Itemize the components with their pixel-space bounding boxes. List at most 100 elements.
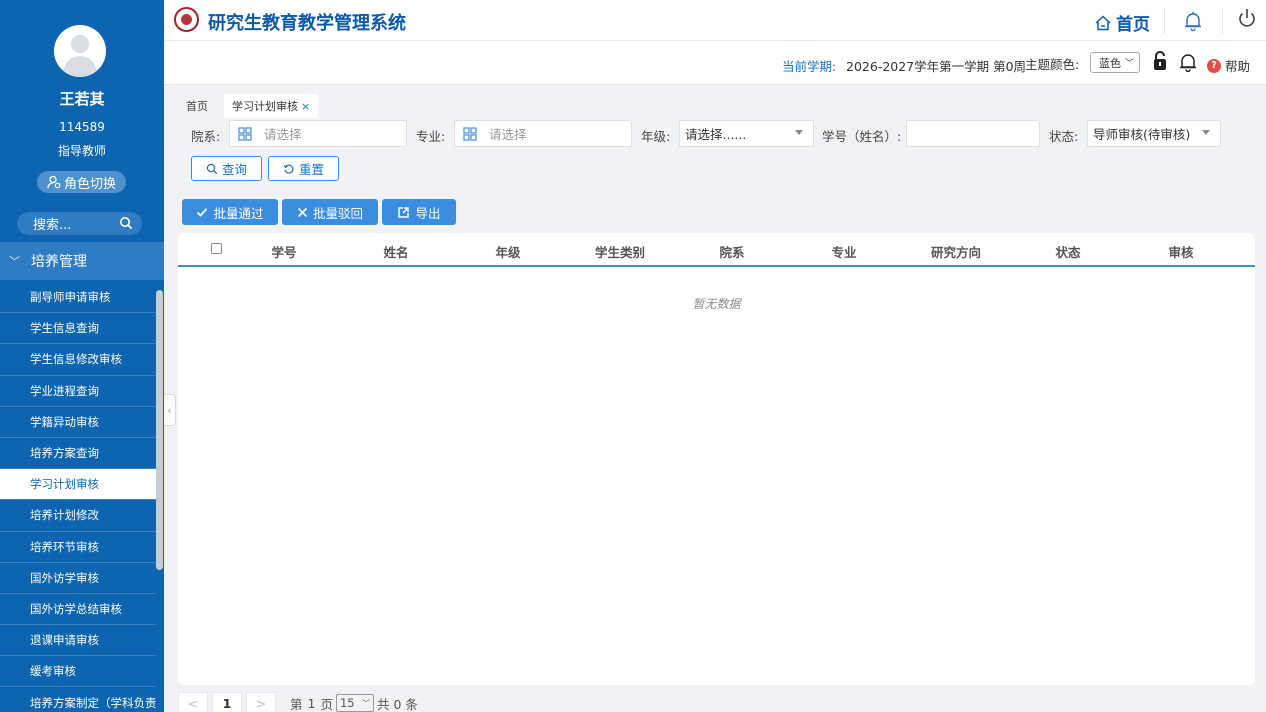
sidebar-item[interactable]: 培养方案制定（学科负责 xyxy=(0,687,156,712)
sidebar-item[interactable]: 学习计划审核 xyxy=(0,469,156,501)
page-size-value: 15 xyxy=(339,696,355,710)
close-icon[interactable]: × xyxy=(301,100,310,113)
column-header[interactable]: 院系 xyxy=(719,242,744,261)
chevron-down-icon: ﹀ xyxy=(9,255,20,268)
export-icon xyxy=(398,206,410,218)
user-name: 王若其 xyxy=(59,90,105,108)
role-switch-label: 角色切换 xyxy=(63,176,116,192)
data-table: 学号 姓名 年级 学生类别 院系 专业 研究方向 状态 审核 暂无数据 xyxy=(178,233,1255,685)
column-header[interactable]: 姓名 xyxy=(383,242,408,261)
empty-message: 暂无数据 xyxy=(692,297,741,311)
divider xyxy=(1222,8,1223,34)
export-label: 导出 xyxy=(415,205,441,221)
menu-group-training[interactable]: ﹀ 培养管理 xyxy=(0,242,164,280)
column-header[interactable]: 专业 xyxy=(831,242,856,261)
grade-select[interactable]: 请选择...... xyxy=(679,120,814,147)
sidebar-item[interactable]: 培养计划修改 xyxy=(0,500,156,532)
next-page-button[interactable]: > xyxy=(246,692,276,712)
pagination: < 1 > 第 1 页 15 ﹀ 共 0 条 xyxy=(178,692,418,712)
grade-value: 请选择...... xyxy=(685,127,747,142)
theme-color-value: 蓝色 xyxy=(1099,56,1121,70)
batch-approve-label: 批量通过 xyxy=(213,205,264,221)
role-switch-button[interactable]: 角色切换 xyxy=(37,171,126,193)
sidebar-item[interactable]: 学生信息查询 xyxy=(0,313,156,345)
sidebar-collapse-handle[interactable]: ‹ xyxy=(164,394,176,426)
dept-select[interactable]: 请选择 xyxy=(229,120,407,147)
reset-button[interactable]: 重置 xyxy=(268,156,339,181)
sidebar-search-input[interactable]: 搜索... xyxy=(17,212,142,235)
student-label: 学号（姓名）: xyxy=(822,129,902,144)
sidebar-scrollbar-thumb[interactable] xyxy=(156,290,163,570)
help-link[interactable]: ? 帮助 xyxy=(1207,56,1250,75)
column-header[interactable]: 研究方向 xyxy=(931,242,981,261)
export-button[interactable]: 导出 xyxy=(382,199,456,225)
tab-study-plan-review[interactable]: 学习计划审核 × xyxy=(224,94,319,118)
query-label: 查询 xyxy=(221,162,247,177)
column-header[interactable]: 学号 xyxy=(271,242,296,261)
term-label: 当前学期: xyxy=(782,59,837,74)
sidebar-item[interactable]: 副导师申请审核 xyxy=(0,282,156,314)
grid-icon xyxy=(238,126,252,141)
page-prefix: 第 xyxy=(290,696,303,712)
major-label: 专业: xyxy=(416,129,446,144)
status-select[interactable]: 导师审核(待审核) xyxy=(1087,120,1221,147)
user-switch-icon xyxy=(47,175,61,189)
sidebar-item[interactable]: 国外访学总结审核 xyxy=(0,594,156,626)
student-input[interactable] xyxy=(906,120,1040,147)
batch-reject-label: 批量驳回 xyxy=(312,205,363,221)
help-label: 帮助 xyxy=(1225,59,1251,74)
home-icon xyxy=(1095,14,1111,30)
select-all-checkbox[interactable] xyxy=(211,243,222,254)
total-count: 共 0 条 xyxy=(376,696,418,712)
page-tabs: 首页 学习计划审核 × xyxy=(164,94,319,118)
sidebar-item[interactable]: 培养方案查询 xyxy=(0,438,156,470)
column-header[interactable]: 年级 xyxy=(495,242,520,261)
term-value: 2026-2027学年第一学期 第0周 xyxy=(846,59,1027,74)
sidebar-item[interactable]: 学生信息修改审核 xyxy=(0,344,156,376)
major-select[interactable]: 请选择 xyxy=(454,120,632,147)
university-logo xyxy=(174,7,199,32)
batch-reject-button[interactable]: 批量驳回 xyxy=(282,199,378,225)
home-link[interactable]: 首页 xyxy=(1094,10,1150,35)
theme-color-select[interactable]: 蓝色 ﹀ xyxy=(1090,52,1140,73)
top-bar: 研究生教育教学管理系统 首页 xyxy=(164,0,1266,41)
chevron-left-icon: ‹ xyxy=(167,403,172,417)
sidebar-item[interactable]: 学业进程查询 xyxy=(0,376,156,407)
dept-label: 院系: xyxy=(191,129,221,144)
status-value: 导师审核(待审核) xyxy=(1093,127,1191,142)
lock-icon[interactable] xyxy=(1152,50,1168,72)
user-id: 114589 xyxy=(59,120,105,134)
tab-home[interactable]: 首页 xyxy=(178,94,216,118)
sidebar-item[interactable]: 国外访学审核 xyxy=(0,563,156,594)
page-value: 1 xyxy=(307,695,316,711)
dept-placeholder: 请选择 xyxy=(264,127,302,142)
system-title: 研究生教育教学管理系统 xyxy=(208,13,406,34)
sub-bar: 当前学期: 2026-2027学年第一学期 第0周 主题颜色: 蓝色 ﹀ ? 帮… xyxy=(164,41,1266,85)
page-size-select[interactable]: 15 ﹀ xyxy=(335,694,374,712)
batch-approve-button[interactable]: 批量通过 xyxy=(182,199,278,225)
sidebar-item[interactable]: 退课申请审核 xyxy=(0,625,156,657)
major-placeholder: 请选择 xyxy=(489,127,527,142)
prev-page-button[interactable]: < xyxy=(178,692,208,712)
column-header[interactable]: 学生类别 xyxy=(595,242,645,261)
page-number-button[interactable]: 1 xyxy=(212,692,242,712)
power-icon[interactable] xyxy=(1236,7,1258,29)
theme-color-label: 主题颜色: xyxy=(1025,57,1080,72)
search-icon xyxy=(206,163,218,174)
home-link-label: 首页 xyxy=(1116,15,1150,35)
sidebar-item[interactable]: 培养环节审核 xyxy=(0,532,156,563)
sidebar-item[interactable]: 缓考审核 xyxy=(0,656,156,688)
column-header[interactable]: 状态 xyxy=(1055,242,1080,261)
avatar[interactable] xyxy=(54,25,106,77)
notification-bell-icon[interactable] xyxy=(1178,52,1198,72)
bell-icon[interactable] xyxy=(1182,10,1204,32)
user-role: 指导教师 xyxy=(57,144,106,158)
close-icon xyxy=(297,207,308,217)
column-header[interactable]: 审核 xyxy=(1168,242,1193,261)
table-header: 学号 姓名 年级 学生类别 院系 专业 研究方向 状态 审核 xyxy=(178,233,1255,267)
tab-label: 学习计划审核 xyxy=(232,100,298,113)
sidebar-item[interactable]: 学籍异动审核 xyxy=(0,407,156,438)
search-icon[interactable] xyxy=(119,216,133,230)
query-button[interactable]: 查询 xyxy=(191,156,262,181)
check-icon xyxy=(197,208,208,217)
